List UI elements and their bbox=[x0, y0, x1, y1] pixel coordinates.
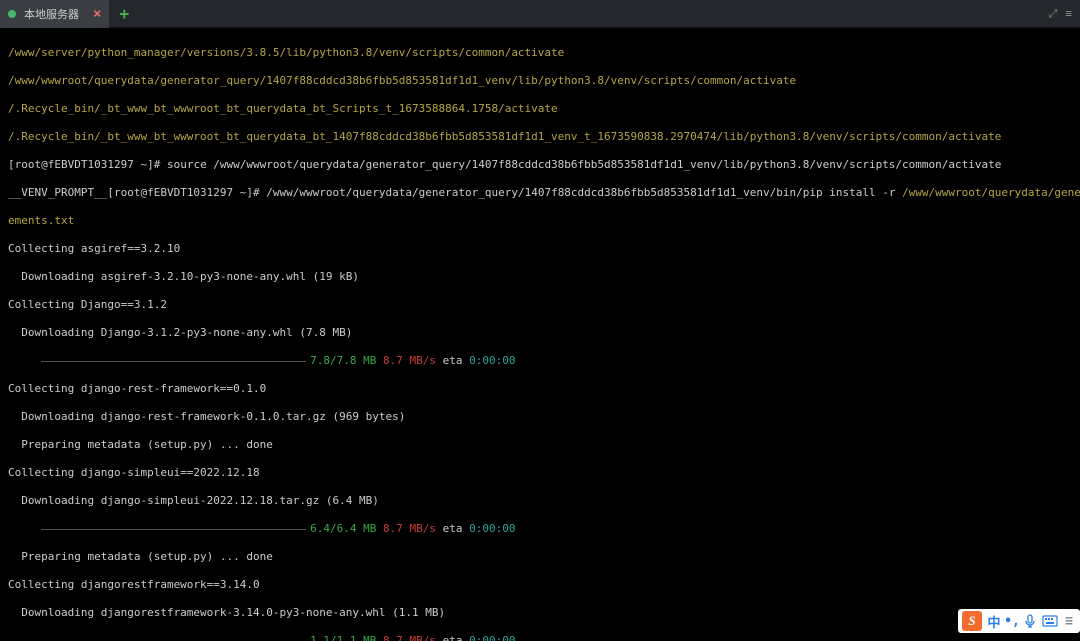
path-line: /www/wwwroot/querydata/generator_query/1… bbox=[8, 74, 796, 87]
window-controls: ⤢ ≡ bbox=[1049, 7, 1080, 21]
ime-language-icon[interactable]: 中 bbox=[986, 611, 1002, 631]
path-line: /.Recycle_bin/_bt_www_bt_wwwroot_bt_quer… bbox=[8, 102, 558, 115]
progress-time: 0:00:00 bbox=[469, 354, 515, 367]
shell-command-tail: ements.txt bbox=[8, 214, 74, 227]
venv-prompt: __VENV_PROMPT__ bbox=[8, 186, 107, 199]
connection-indicator-icon bbox=[8, 10, 16, 18]
pip-line: Preparing metadata (setup.py) ... done bbox=[8, 550, 1072, 564]
pip-line: Downloading asgiref-3.2.10-py3-none-any.… bbox=[8, 270, 1072, 284]
progress-time: 0:00:00 bbox=[469, 634, 515, 641]
pip-line: Downloading Django-3.1.2-py3-none-any.wh… bbox=[8, 326, 1072, 340]
shell-command: /www/wwwroot/querydata/generator_query/1… bbox=[266, 186, 902, 199]
progress-speed: 8.7 MB/s bbox=[383, 354, 436, 367]
pip-line: Collecting asgiref==3.2.10 bbox=[8, 242, 1072, 256]
pip-line: Collecting Django==3.1.2 bbox=[8, 298, 1072, 312]
ime-punctuation-icon[interactable]: •, bbox=[1006, 611, 1018, 631]
pip-line: Preparing metadata (setup.py) ... done bbox=[8, 438, 1072, 452]
progress-bar-icon bbox=[41, 529, 306, 530]
progress-done: 7.8/7.8 MB bbox=[310, 354, 376, 367]
progress-time: 0:00:00 bbox=[469, 522, 515, 535]
terminal-output[interactable]: /www/server/python_manager/versions/3.8.… bbox=[0, 28, 1080, 641]
ime-logo-icon[interactable]: S bbox=[962, 611, 982, 631]
shell-command-path: /www/wwwroot/querydata/generator_query/r… bbox=[902, 186, 1080, 199]
progress-eta-label: eta bbox=[436, 354, 469, 367]
tab-label: 本地服务器 bbox=[24, 6, 79, 22]
progress-eta-label: eta bbox=[436, 634, 469, 641]
ime-toolbar[interactable]: S 中 •, ≡ bbox=[958, 609, 1080, 633]
path-line: /www/server/python_manager/versions/3.8.… bbox=[8, 46, 564, 59]
pip-line: Downloading django-simpleui-2022.12.18.t… bbox=[8, 494, 1072, 508]
menu-icon[interactable]: ≡ bbox=[1065, 7, 1072, 21]
pip-line: Collecting django-rest-framework==0.1.0 bbox=[8, 382, 1072, 396]
tab-local-server[interactable]: 本地服务器 × bbox=[0, 0, 109, 28]
add-tab-button[interactable]: + bbox=[109, 4, 139, 23]
pip-line: Collecting django-simpleui==2022.12.18 bbox=[8, 466, 1072, 480]
pip-line: Downloading django-rest-framework-0.1.0.… bbox=[8, 410, 1072, 424]
microphone-icon[interactable] bbox=[1022, 611, 1038, 631]
pip-line: Downloading djangorestframework-3.14.0-p… bbox=[8, 606, 1072, 620]
progress-speed: 8.7 MB/s bbox=[383, 634, 436, 641]
shell-command: source /www/wwwroot/querydata/generator_… bbox=[167, 158, 1001, 171]
close-icon[interactable]: × bbox=[93, 6, 101, 22]
expand-icon[interactable]: ⤢ bbox=[1049, 7, 1058, 21]
progress-eta-label: eta bbox=[436, 522, 469, 535]
progress-done: 1.1/1.1 MB bbox=[310, 634, 376, 641]
shell-prompt: [root@fEBVDT1031297 ~]# bbox=[107, 186, 266, 199]
path-line: /.Recycle_bin/_bt_www_bt_wwwroot_bt_quer… bbox=[8, 130, 1001, 143]
tab-bar: 本地服务器 × + ⤢ ≡ bbox=[0, 0, 1080, 28]
progress-done: 6.4/6.4 MB bbox=[310, 522, 376, 535]
progress-speed: 8.7 MB/s bbox=[383, 522, 436, 535]
keyboard-icon[interactable] bbox=[1042, 611, 1058, 631]
pip-line: Collecting djangorestframework==3.14.0 bbox=[8, 578, 1072, 592]
ime-menu-icon[interactable]: ≡ bbox=[1062, 611, 1076, 631]
shell-prompt: [root@fEBVDT1031297 ~]# bbox=[8, 158, 167, 171]
progress-bar-icon bbox=[41, 361, 306, 362]
